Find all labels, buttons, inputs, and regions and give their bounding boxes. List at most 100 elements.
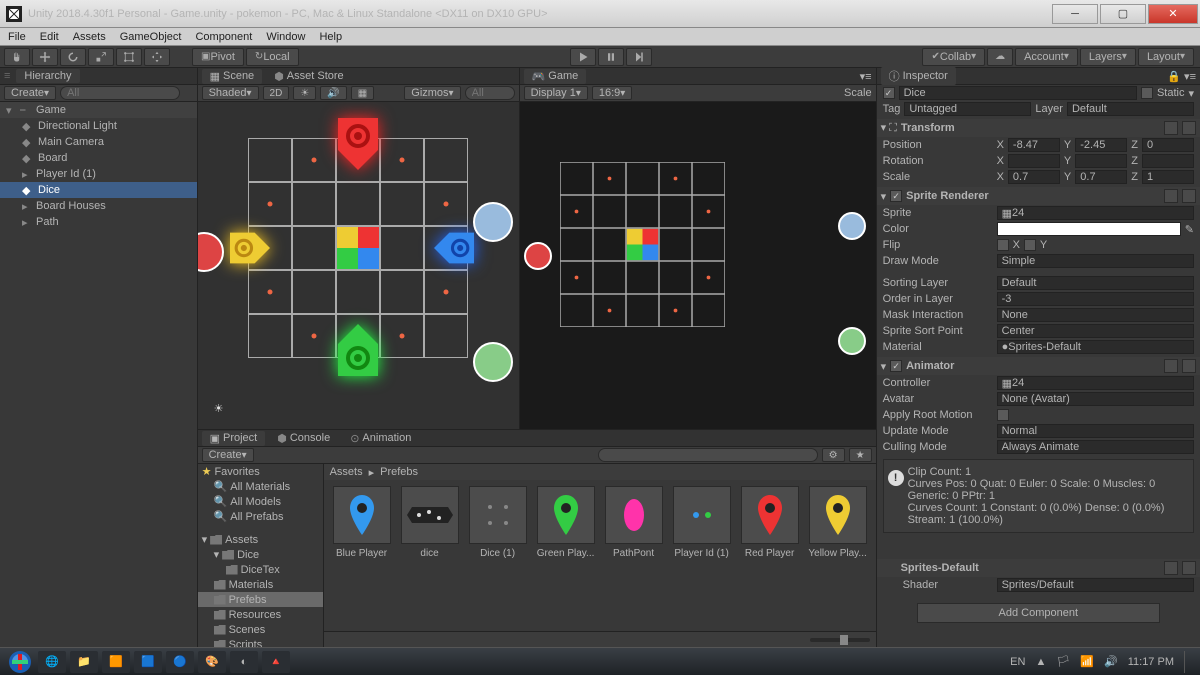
account-dropdown[interactable]: Account ▾ bbox=[1015, 48, 1078, 66]
play-button[interactable] bbox=[570, 48, 596, 66]
scale-x[interactable]: 0.7 bbox=[1008, 170, 1060, 184]
scale-y[interactable]: 0.7 bbox=[1075, 170, 1127, 184]
taskbar-app[interactable]: ◐ bbox=[230, 651, 258, 673]
color-field[interactable] bbox=[997, 222, 1181, 236]
eyedropper-icon[interactable]: ✎ bbox=[1185, 223, 1194, 236]
culling-mode[interactable]: Always Animate bbox=[997, 440, 1194, 454]
folder-item[interactable]: Scripts bbox=[198, 637, 323, 647]
shader-dropdown[interactable]: Sprites/Default bbox=[997, 578, 1194, 592]
project-search[interactable] bbox=[598, 448, 818, 462]
close-button[interactable]: ✕ bbox=[1148, 4, 1198, 24]
scene-search[interactable] bbox=[465, 86, 515, 100]
folder-item[interactable]: ▾Dice bbox=[198, 547, 323, 562]
scene-viewport[interactable]: ☀ bbox=[198, 102, 519, 429]
order-in-layer[interactable]: -3 bbox=[997, 292, 1194, 306]
help-icon[interactable] bbox=[1164, 359, 1178, 373]
taskbar-app[interactable]: 🔵 bbox=[166, 651, 194, 673]
help-icon[interactable] bbox=[1164, 189, 1178, 203]
step-button[interactable] bbox=[626, 48, 652, 66]
console-tab[interactable]: ⬢ Console bbox=[269, 431, 338, 446]
asset-item[interactable]: Yellow Play... bbox=[806, 486, 870, 625]
local-toggle[interactable]: ↻ Local bbox=[246, 48, 299, 66]
folder-item[interactable]: Resources bbox=[198, 607, 323, 622]
light-toggle[interactable]: ☀ bbox=[293, 86, 316, 100]
scene-root[interactable]: ▾⎯Game bbox=[0, 102, 197, 118]
hierarchy-item[interactable]: ◆Main Camera bbox=[0, 134, 197, 150]
minimize-button[interactable]: ─ bbox=[1052, 4, 1098, 24]
pivot-toggle[interactable]: ▣ Pivot bbox=[192, 48, 244, 66]
flip-y[interactable] bbox=[1024, 239, 1036, 251]
update-mode[interactable]: Normal bbox=[997, 424, 1194, 438]
help-icon[interactable] bbox=[1164, 561, 1178, 575]
inspector-tab[interactable]: ⓘ Inspector bbox=[881, 67, 956, 85]
layout-dropdown[interactable]: Layout ▾ bbox=[1138, 48, 1194, 66]
favorites-header[interactable]: ★Favorites bbox=[198, 464, 323, 479]
project-tab[interactable]: ▣ Project bbox=[202, 431, 266, 446]
sorting-layer[interactable]: Default bbox=[997, 276, 1194, 290]
menu-edit[interactable]: Edit bbox=[40, 31, 59, 43]
sprite-renderer-header[interactable]: ▾ ✓ Sprite Renderer bbox=[877, 187, 1200, 205]
hierarchy-item[interactable]: ▸Player Id (1) bbox=[0, 166, 197, 182]
layers-dropdown[interactable]: Layers ▾ bbox=[1080, 48, 1136, 66]
panel-menu-icon[interactable]: ▾≡ bbox=[860, 70, 872, 83]
mask-interaction[interactable]: None bbox=[997, 308, 1194, 322]
gear-icon[interactable] bbox=[1182, 189, 1196, 203]
hierarchy-item[interactable]: ▸Board Houses bbox=[0, 198, 197, 214]
2d-toggle[interactable]: 2D bbox=[263, 86, 290, 100]
help-icon[interactable] bbox=[1164, 121, 1178, 135]
aspect-dropdown[interactable]: 16:9 ▾ bbox=[592, 86, 632, 100]
folder-item[interactable]: Scenes bbox=[198, 622, 323, 637]
taskbar-app[interactable]: 🟦 bbox=[134, 651, 162, 673]
shaded-dropdown[interactable]: Shaded ▾ bbox=[202, 86, 259, 100]
menu-help[interactable]: Help bbox=[319, 31, 342, 43]
pause-button[interactable] bbox=[598, 48, 624, 66]
material-field[interactable]: ● Sprites-Default bbox=[997, 340, 1194, 354]
pos-y[interactable]: -2.45 bbox=[1075, 138, 1127, 152]
taskbar-app[interactable]: 🎨 bbox=[198, 651, 226, 673]
taskbar-app[interactable]: 🔺 bbox=[262, 651, 290, 673]
maximize-button[interactable]: ▢ bbox=[1100, 4, 1146, 24]
move-tool[interactable] bbox=[32, 48, 58, 66]
pos-z[interactable]: 0 bbox=[1142, 138, 1194, 152]
game-tab[interactable]: 🎮 Game bbox=[524, 69, 587, 84]
tag-dropdown[interactable]: Untagged bbox=[904, 102, 1031, 116]
favorite-item[interactable]: 🔍All Prefabs bbox=[198, 509, 323, 524]
audio-toggle[interactable]: 🔊 bbox=[320, 86, 346, 100]
tray-flag-icon[interactable]: 🏳 bbox=[1056, 655, 1070, 668]
create-dropdown[interactable]: Create ▾ bbox=[4, 86, 56, 100]
active-checkbox[interactable]: ✓ bbox=[883, 87, 895, 99]
project-create-dropdown[interactable]: Create ▾ bbox=[202, 448, 254, 462]
hierarchy-item[interactable]: ▸Path bbox=[0, 214, 197, 230]
assets-folder[interactable]: ▾Assets bbox=[198, 532, 323, 547]
language-indicator[interactable]: EN bbox=[1010, 656, 1025, 668]
taskbar-app[interactable]: 📁 bbox=[70, 651, 98, 673]
transform-tool[interactable] bbox=[144, 48, 170, 66]
collab-dropdown[interactable]: ✔ Collab ▾ bbox=[922, 48, 985, 66]
gear-icon[interactable] bbox=[1182, 359, 1196, 373]
hand-tool[interactable] bbox=[4, 48, 30, 66]
sprite-sort-point[interactable]: Center bbox=[997, 324, 1194, 338]
asset-item[interactable]: Green Play... bbox=[534, 486, 598, 625]
rot-z[interactable] bbox=[1142, 154, 1194, 168]
game-viewport[interactable] bbox=[520, 102, 876, 429]
material-header[interactable]: Sprites-Default bbox=[877, 559, 1200, 577]
menu-assets[interactable]: Assets bbox=[73, 31, 106, 43]
hierarchy-item[interactable]: ◆Directional Light bbox=[0, 118, 197, 134]
gear-icon[interactable] bbox=[1182, 561, 1196, 575]
folder-item-selected[interactable]: Prefebs bbox=[198, 592, 323, 607]
scale-z[interactable]: 1 bbox=[1142, 170, 1194, 184]
menu-window[interactable]: Window bbox=[266, 31, 305, 43]
pos-x[interactable]: -8.47 bbox=[1008, 138, 1060, 152]
asset-item[interactable]: Dice (1) bbox=[466, 486, 530, 625]
flip-x[interactable] bbox=[997, 239, 1009, 251]
panel-lock-icon[interactable]: 🔒 ▾≡ bbox=[1167, 70, 1196, 83]
hierarchy-item-selected[interactable]: ◆Dice bbox=[0, 182, 197, 198]
tray-flag-icon[interactable]: ▲ bbox=[1035, 656, 1046, 668]
rect-tool[interactable] bbox=[116, 48, 142, 66]
root-motion-checkbox[interactable] bbox=[997, 409, 1009, 421]
asset-store-tab[interactable]: ⬢ Asset Store bbox=[266, 69, 351, 84]
project-filter-icon[interactable]: ⚙ bbox=[822, 448, 845, 462]
controller-field[interactable]: ▦ 24 bbox=[997, 376, 1194, 390]
asset-item[interactable]: Player Id (1) bbox=[670, 486, 734, 625]
favorite-item[interactable]: 🔍All Models bbox=[198, 494, 323, 509]
